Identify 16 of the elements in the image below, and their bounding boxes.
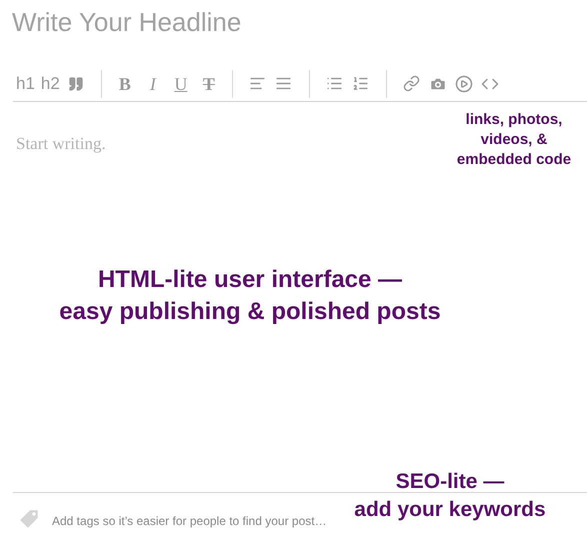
annotation-text: SEO-lite — [396, 470, 504, 493]
format-button[interactable]: B [114, 70, 136, 96]
annotation-text: videos, & [480, 131, 548, 148]
annotation-text: add your keywords [354, 498, 546, 521]
headline-field[interactable]: Write Your Headline [12, 4, 572, 40]
annotation-text: easy publishing & polished posts [59, 298, 441, 325]
annotation-text: links, photos, [466, 111, 562, 128]
tag-icon [18, 508, 40, 530]
annotation-text: embedded code [456, 151, 572, 168]
annotation-text: HTML-lite user interface — [98, 266, 402, 293]
heading-button[interactable]: h1 [13, 70, 38, 96]
format-button[interactable]: I [142, 70, 164, 96]
format-button[interactable]: T [198, 70, 220, 96]
body-field[interactable]: Start writing. [16, 132, 316, 156]
format-button[interactable]: U [170, 70, 192, 96]
heading-button[interactable]: h2 [38, 70, 63, 96]
